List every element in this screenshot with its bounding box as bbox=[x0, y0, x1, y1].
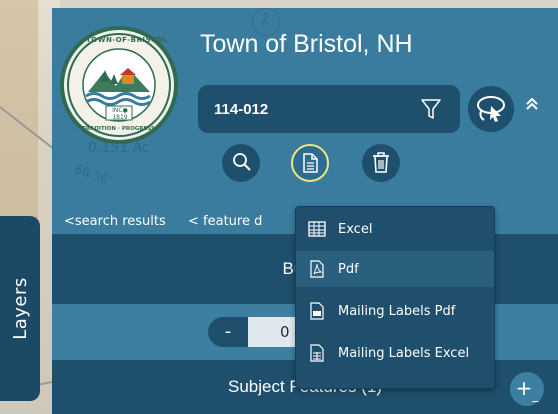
parcel-search-input[interactable]: 114-012 bbox=[198, 85, 460, 133]
menu-item-pdf[interactable]: Pdf bbox=[296, 251, 494, 287]
panel-header-area: 2 0.151 Ac 66.36' TOWN-OF-BRISTOL INC● 1… bbox=[52, 8, 558, 234]
map-ghost-angle: 66.36' bbox=[72, 161, 113, 189]
logo-top-text: TOWN-OF-BRISTOL bbox=[86, 36, 168, 44]
trash-icon bbox=[373, 152, 389, 173]
search-button[interactable] bbox=[222, 144, 260, 182]
menu-item-excel[interactable]: Excel bbox=[296, 211, 494, 247]
logo-bottom-text: TRADITION · PROGRESS bbox=[82, 126, 155, 132]
search-results-link[interactable]: <search results bbox=[64, 214, 166, 229]
add-feature-icon[interactable]: +_ bbox=[510, 372, 544, 406]
lasso-select-icon bbox=[477, 96, 505, 122]
export-menu: Excel Pdf Mailing Labels Pdf Mailing Lab… bbox=[295, 206, 495, 389]
filter-icon[interactable] bbox=[420, 97, 442, 121]
logo-inc-text: INC● 1819 bbox=[112, 107, 128, 121]
magnifier-icon bbox=[233, 153, 251, 171]
menu-item-mailing-labels-pdf[interactable]: Mailing Labels Pdf bbox=[296, 293, 494, 329]
page-title: Town of Bristol, NH bbox=[200, 30, 413, 58]
excel-label-icon bbox=[310, 344, 324, 362]
export-document-button[interactable] bbox=[291, 144, 329, 182]
pdf-icon bbox=[310, 260, 324, 278]
map-parcel-shape bbox=[0, 0, 38, 230]
buffer-decrement-button[interactable]: - bbox=[208, 317, 248, 347]
menu-item-label: Mailing Labels Excel bbox=[338, 345, 470, 361]
menu-item-label: Excel bbox=[338, 221, 373, 237]
search-input-value: 114-012 bbox=[214, 100, 269, 118]
menu-item-label: Pdf bbox=[338, 261, 359, 277]
layers-tab[interactable]: Layers bbox=[0, 216, 40, 401]
layers-tab-label: Layers bbox=[9, 277, 31, 340]
map-ghost-number: 2 bbox=[261, 12, 270, 27]
pdf-label-icon bbox=[310, 302, 324, 320]
add-feature-label: + bbox=[515, 376, 533, 400]
lasso-select-button[interactable] bbox=[468, 86, 514, 132]
menu-item-mailing-labels-excel[interactable]: Mailing Labels Excel bbox=[296, 335, 494, 371]
menu-item-label: Mailing Labels Pdf bbox=[338, 303, 456, 319]
town-seal-logo: TOWN-OF-BRISTOL INC● 1819 TRADITION · PR… bbox=[60, 26, 178, 144]
chevron-up-double-icon[interactable] bbox=[525, 97, 539, 111]
clear-button[interactable] bbox=[362, 144, 400, 182]
feature-details-link[interactable]: < feature d bbox=[188, 214, 262, 229]
document-icon bbox=[303, 153, 318, 173]
table-icon bbox=[308, 221, 326, 237]
